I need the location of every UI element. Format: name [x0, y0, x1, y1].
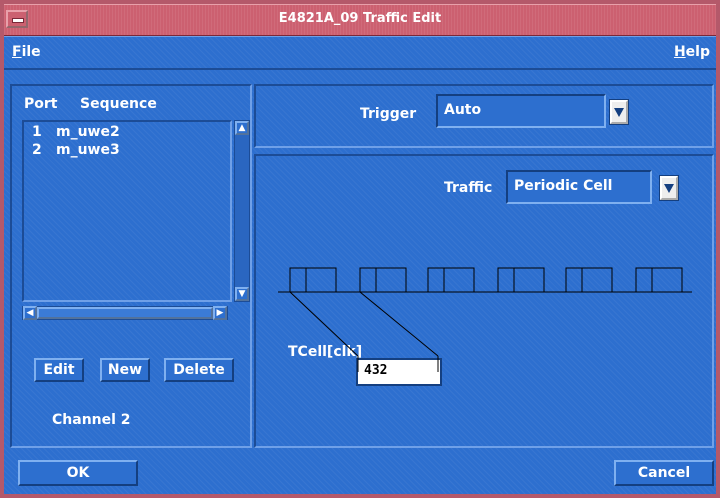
cancel-button[interactable]: Cancel: [614, 460, 714, 486]
traffic-edit-window: E4821A_09 Traffic Edit File Help Port Se…: [0, 0, 720, 498]
dialog-body: File Help Port Sequence 1 m_uwe2 2 m_uwe3 …: [4, 36, 716, 494]
periodic-cell-diagram: [278, 267, 692, 372]
ok-button[interactable]: OK: [18, 460, 138, 486]
title-bar[interactable]: E4821A_09 Traffic Edit: [4, 4, 716, 36]
window-title: E4821A_09 Traffic Edit: [278, 11, 442, 26]
